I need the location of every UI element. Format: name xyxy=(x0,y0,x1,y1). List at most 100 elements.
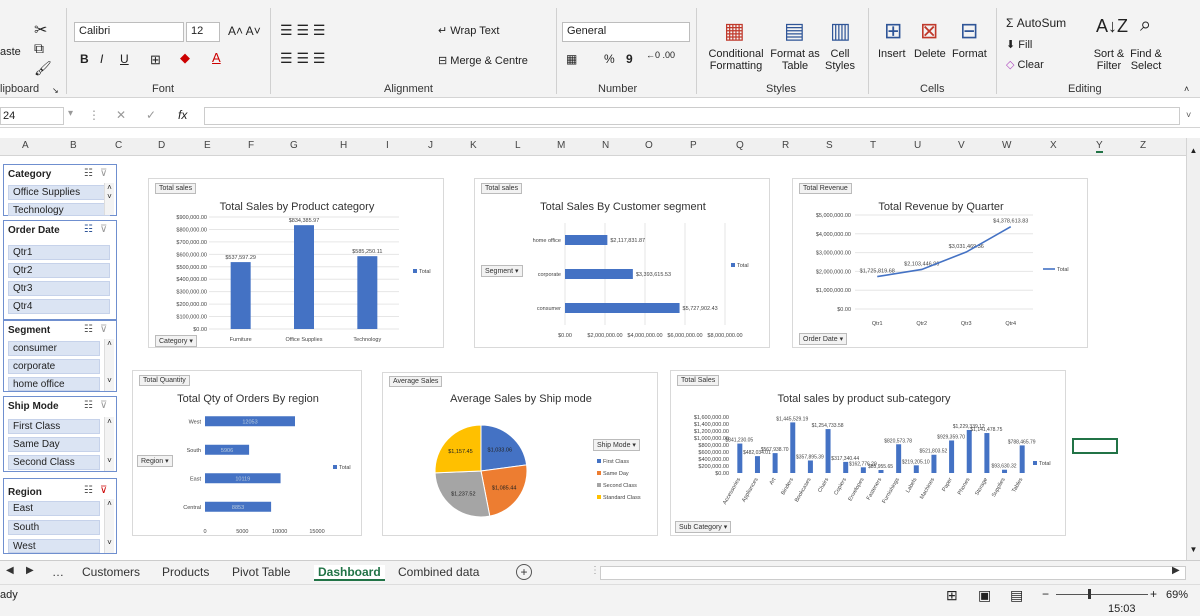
bold-button[interactable]: B xyxy=(80,52,89,66)
multi-select-icon[interactable]: ☷ xyxy=(84,224,93,235)
slicer-item[interactable]: West xyxy=(8,539,100,553)
field-button-segment[interactable]: Segment ▾ xyxy=(481,265,523,277)
name-box[interactable]: 24 xyxy=(0,107,64,125)
slicer-item[interactable]: Qtr3 xyxy=(8,281,110,296)
tab-split-icon[interactable]: ⋮ xyxy=(590,565,600,576)
slicer-region[interactable]: Region ☷ ⊽ East South West ˄ ˅ xyxy=(3,478,117,554)
sheet-tab[interactable]: Dashboard xyxy=(314,565,385,581)
accounting-icon[interactable]: ▦ xyxy=(566,52,577,66)
cut-icon[interactable]: ✂ xyxy=(34,20,47,40)
name-box-dropdown-icon[interactable]: ▾ xyxy=(68,108,73,119)
sort-icon[interactable]: A↓Z xyxy=(1096,16,1128,37)
clear-button[interactable]: ◇ Clear xyxy=(1006,58,1044,71)
slicer-ship-mode[interactable]: Ship Mode ☷ ⊽ First Class Same Day Secon… xyxy=(3,396,117,472)
percent-button[interactable]: % xyxy=(604,52,615,66)
cell-styles-icon[interactable]: ▥ xyxy=(830,18,851,44)
column-header[interactable]: T xyxy=(870,140,876,151)
formula-input[interactable] xyxy=(204,107,1180,125)
align-left-icon[interactable]: ☰ ☰ ☰ xyxy=(280,50,325,67)
horizontal-scrollbar[interactable] xyxy=(600,566,1186,580)
more-sheets-icon[interactable]: … xyxy=(52,565,64,579)
scroll-up-icon[interactable]: ▲ xyxy=(1187,146,1200,155)
chart-product-category[interactable]: Total sales Total Sales by Product categ… xyxy=(148,178,444,348)
column-header[interactable]: F xyxy=(248,140,254,151)
column-header[interactable]: D xyxy=(158,140,165,151)
multi-select-icon[interactable]: ☷ xyxy=(84,485,93,496)
clear-filter-icon[interactable]: ⊽ xyxy=(100,168,107,179)
slicer-item[interactable]: Second Class xyxy=(8,455,100,470)
cell-styles-button[interactable]: Cell Styles xyxy=(820,48,860,72)
field-button-category[interactable]: Category ▾ xyxy=(155,335,197,347)
chart-revenue-quarter[interactable]: Total Revenue Total Revenue by Quarter $… xyxy=(792,178,1088,348)
column-header[interactable]: J xyxy=(428,140,433,151)
slicer-order-date[interactable]: Order Date ☷ ⊽ Qtr1 Qtr2 Qtr3 Qtr4 xyxy=(3,220,117,320)
column-header[interactable]: O xyxy=(645,140,653,151)
page-break-icon[interactable]: ▤ xyxy=(1010,587,1023,604)
slicer-segment[interactable]: Segment ☷ ⊽ consumer corporate home offi… xyxy=(3,320,117,392)
dialog-launcher-icon[interactable]: ↘ xyxy=(52,86,59,95)
field-button-ship-mode[interactable]: Ship Mode ▾ xyxy=(593,439,640,451)
clear-filter-icon[interactable]: ⊽ xyxy=(100,324,107,335)
chart-ship-mode[interactable]: Average Sales Average Sales by Ship mode… xyxy=(382,372,658,536)
sheet-tab[interactable]: Pivot Table xyxy=(232,565,290,579)
decimal-icon[interactable]: ←0 .00 xyxy=(646,50,675,60)
column-header[interactable]: C xyxy=(115,140,122,151)
insert-cells-icon[interactable]: ⊞ xyxy=(884,18,902,44)
paste-button[interactable]: aste xyxy=(0,46,21,58)
column-header[interactable]: G xyxy=(290,140,298,151)
delete-cells-button[interactable]: Delete xyxy=(914,48,946,60)
column-header[interactable]: U xyxy=(914,140,921,151)
sheet-tab[interactable]: Customers xyxy=(82,565,140,579)
chart-qty-region[interactable]: Total Quantity Total Qty of Orders By re… xyxy=(132,370,362,536)
clear-filter-icon[interactable]: ⊽ xyxy=(100,224,107,235)
font-name-select[interactable]: Calibri xyxy=(74,22,184,42)
page-layout-icon[interactable]: ▣ xyxy=(978,587,991,604)
sheet-area[interactable]: Category ☷ ⊽ Office Supplies Technology … xyxy=(0,156,1186,560)
find-select-button[interactable]: Find & Select xyxy=(1126,48,1166,72)
column-header[interactable]: L xyxy=(515,140,521,151)
slicer-item[interactable]: South xyxy=(8,520,100,535)
italic-button[interactable]: I xyxy=(100,52,103,66)
format-as-table-button[interactable]: Format as Table xyxy=(770,48,820,72)
slicer-item[interactable]: First Class xyxy=(8,419,100,434)
field-button-sub-category[interactable]: Sub Category ▾ xyxy=(675,521,732,533)
normal-view-icon[interactable]: ⊞ xyxy=(946,587,958,604)
column-header[interactable]: P xyxy=(690,140,697,151)
column-header[interactable]: A xyxy=(22,140,29,151)
field-button-order-date[interactable]: Order Date ▾ xyxy=(799,333,848,345)
column-header[interactable]: N xyxy=(602,140,609,151)
slicer-scrollbar[interactable]: ˄ ˅ xyxy=(104,339,114,391)
fill-color-icon[interactable]: ◆ xyxy=(180,50,190,66)
column-header[interactable]: Y xyxy=(1096,140,1103,153)
chart-customer-segment[interactable]: Total sales Total Sales By Customer segm… xyxy=(474,178,770,348)
chart-sub-category[interactable]: Total Sales Total sales by product sub-c… xyxy=(670,370,1066,536)
clear-filter-icon[interactable]: ⊽ xyxy=(100,400,107,411)
slicer-item[interactable]: corporate xyxy=(8,359,100,374)
slicer-scrollbar[interactable]: ˄ ˅ xyxy=(104,499,114,553)
zoom-in-icon[interactable]: + xyxy=(1150,587,1157,601)
slicer-item[interactable]: Qtr2 xyxy=(8,263,110,278)
copy-icon[interactable]: ⧉ xyxy=(34,40,44,57)
column-header[interactable]: H xyxy=(340,140,347,151)
column-header[interactable]: V xyxy=(958,140,965,151)
borders-icon[interactable]: ⊞ xyxy=(150,52,161,68)
multi-select-icon[interactable]: ☷ xyxy=(84,324,93,335)
autosum-button[interactable]: Σ AutoSum xyxy=(1006,16,1066,30)
insert-cells-button[interactable]: Insert xyxy=(878,48,906,60)
next-sheet-icon[interactable]: ▶ xyxy=(26,565,34,576)
slicer-item[interactable]: Qtr1 xyxy=(8,245,110,260)
slicer-item[interactable]: East xyxy=(8,501,100,516)
grow-font-button[interactable]: A˄ A˅ xyxy=(228,24,261,38)
column-header[interactable]: Z xyxy=(1140,140,1146,151)
slicer-scrollbar[interactable]: ˄ ˅ xyxy=(104,417,114,471)
column-header[interactable]: I xyxy=(386,140,389,151)
column-header[interactable]: Q xyxy=(736,140,744,151)
column-header[interactable]: K xyxy=(470,140,477,151)
field-button-region[interactable]: Region ▾ xyxy=(137,455,173,467)
font-size-select[interactable]: 12 xyxy=(186,22,220,42)
slicer-item[interactable]: Qtr4 xyxy=(8,299,110,314)
multi-select-icon[interactable]: ☷ xyxy=(84,168,93,179)
column-header[interactable]: R xyxy=(782,140,789,151)
scroll-down-icon[interactable]: ▼ xyxy=(1187,545,1200,554)
sheet-tab[interactable]: Products xyxy=(162,565,209,579)
